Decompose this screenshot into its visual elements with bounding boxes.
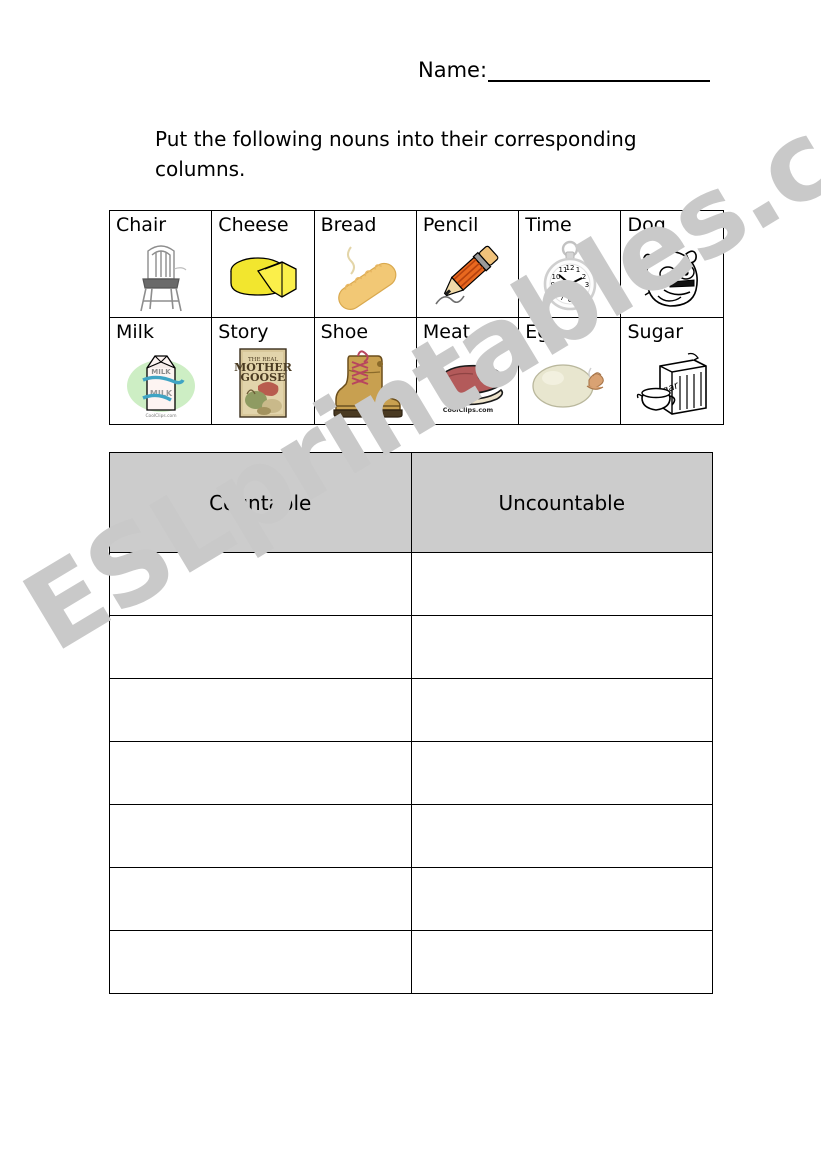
name-label: Name: [418, 58, 488, 82]
word-cell-milk[interactable]: Milk MILK MILK CoolClips.com [108, 317, 213, 425]
word-bank-table: Chair Cheese Bread Pencil Time 12 1 2 3 … [108, 210, 724, 425]
bread-icon [315, 237, 416, 315]
svg-text:1: 1 [576, 266, 580, 274]
svg-text:10: 10 [551, 273, 560, 281]
sorting-table-body [109, 552, 713, 994]
steak-icon: CoolClips.com [417, 344, 518, 422]
column-header-countable: Countable [109, 452, 412, 553]
word-cell-time[interactable]: Time 12 1 2 345 678 9 10 11 [518, 210, 622, 318]
answer-cell-uncountable[interactable] [410, 804, 713, 868]
table-row [109, 930, 713, 994]
word-label: Cheese [218, 214, 289, 236]
word-bank-row: Chair Cheese Bread Pencil Time 12 1 2 3 … [108, 210, 724, 318]
table-row [109, 552, 713, 616]
word-cell-sugar[interactable]: Sugar sugar [620, 317, 724, 425]
answer-cell-countable[interactable] [109, 615, 412, 679]
svg-text:CoolClips.com: CoolClips.com [145, 413, 176, 419]
word-cell-cheese[interactable]: Cheese [211, 210, 315, 318]
answer-cell-uncountable[interactable] [410, 930, 713, 994]
word-cell-meat[interactable]: Meat CoolClips.com [415, 317, 520, 425]
svg-text:MILK: MILK [151, 368, 171, 376]
word-cell-bread[interactable]: Bread [313, 210, 417, 318]
svg-text:7: 7 [560, 294, 564, 302]
answer-cell-countable[interactable] [109, 552, 412, 616]
word-label: Pencil [422, 214, 479, 236]
milk-carton-icon: MILK MILK CoolClips.com [110, 344, 211, 422]
word-label: Sugar [627, 321, 684, 343]
answer-cell-countable[interactable] [109, 867, 412, 931]
storybook-icon: THE REAL MOTHER GOOSE [212, 344, 313, 422]
sorting-table: Countable Uncountable [109, 452, 713, 994]
svg-text:2: 2 [582, 273, 586, 281]
instructions-text: Put the following nouns into their corre… [155, 127, 637, 181]
word-label: Milk [116, 321, 154, 343]
name-field-row: Name: [418, 58, 711, 82]
column-header-uncountable: Uncountable [410, 452, 713, 553]
word-label: Time [525, 214, 572, 236]
answer-cell-uncountable[interactable] [410, 552, 713, 616]
answer-cell-countable[interactable] [109, 741, 412, 805]
svg-text:CoolClips.com: CoolClips.com [442, 406, 493, 414]
svg-text:5: 5 [576, 294, 580, 302]
word-label: Egg [525, 321, 562, 343]
bulldog-icon [621, 237, 722, 315]
answer-cell-countable[interactable] [109, 930, 412, 994]
pencil-icon [417, 237, 518, 315]
word-cell-story[interactable]: Story THE REAL MOTHER GOOSE [211, 317, 315, 425]
table-row [109, 804, 713, 868]
sugar-bag-icon: sugar [621, 344, 722, 422]
word-label: Meat [422, 321, 471, 343]
word-cell-egg[interactable]: Egg [518, 317, 622, 425]
answer-cell-uncountable[interactable] [410, 678, 713, 742]
answer-cell-uncountable[interactable] [410, 741, 713, 805]
word-cell-shoe[interactable]: Shoe [313, 317, 417, 425]
sorting-table-header-row: Countable Uncountable [109, 452, 713, 553]
word-label: Story [218, 321, 269, 343]
name-input-blank[interactable] [488, 58, 711, 82]
word-label: Shoe [320, 321, 369, 343]
word-bank-row: Milk MILK MILK CoolClips.com Story THE R… [108, 317, 724, 425]
word-label: Dog [627, 214, 666, 236]
word-cell-dog[interactable]: Dog [620, 210, 724, 318]
pocket-watch-icon: 12 1 2 345 678 9 10 11 [519, 237, 620, 315]
answer-cell-uncountable[interactable] [410, 867, 713, 931]
table-row [109, 741, 713, 805]
svg-text:4: 4 [582, 289, 587, 297]
answer-cell-countable[interactable] [109, 804, 412, 868]
word-cell-chair[interactable]: Chair [108, 210, 213, 318]
table-row [109, 867, 713, 931]
table-row [109, 678, 713, 742]
svg-text:11: 11 [558, 266, 567, 274]
boot-icon [315, 344, 416, 422]
chair-icon [110, 237, 211, 315]
cheese-icon [212, 237, 313, 315]
word-label: Chair [116, 214, 167, 236]
word-cell-pencil[interactable]: Pencil [415, 210, 520, 318]
svg-text:9: 9 [551, 281, 555, 289]
word-label: Bread [320, 214, 377, 236]
table-row [109, 615, 713, 679]
svg-text:GOOSE: GOOSE [240, 371, 285, 384]
egg-icon [519, 344, 620, 422]
svg-text:3: 3 [585, 281, 589, 289]
answer-cell-countable[interactable] [109, 678, 412, 742]
answer-cell-uncountable[interactable] [410, 615, 713, 679]
svg-text:8: 8 [554, 289, 558, 297]
